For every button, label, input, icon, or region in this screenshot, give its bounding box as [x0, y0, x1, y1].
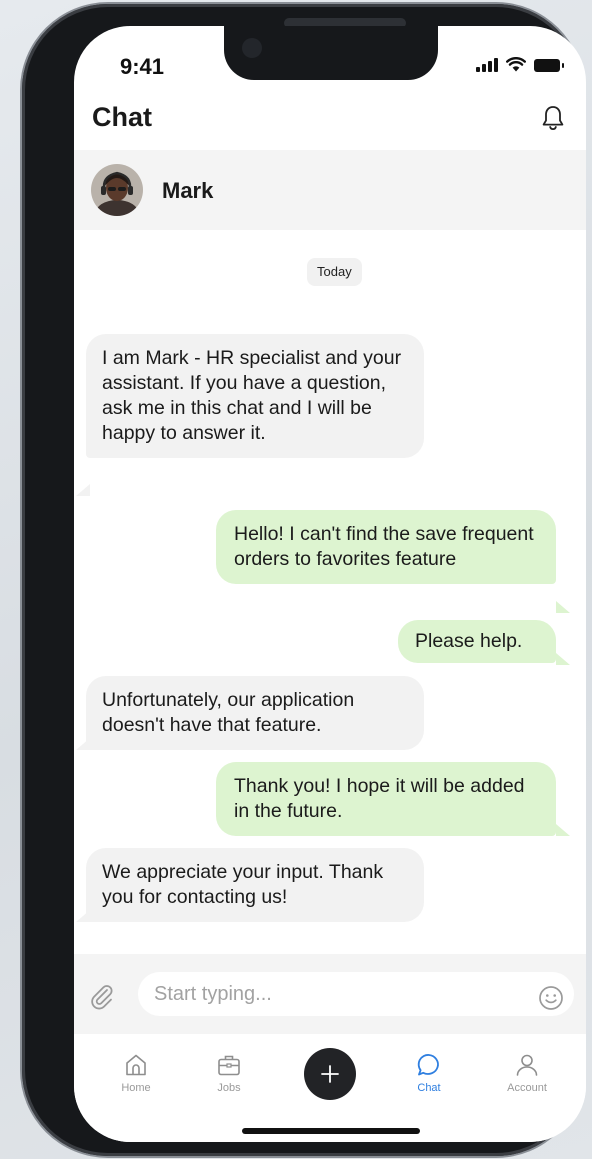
tab-label: Jobs: [217, 1082, 241, 1094]
message-bubble-incoming: I am Mark - HR specialist and your assis…: [86, 334, 424, 458]
date-separator: Today: [307, 258, 362, 286]
briefcase-icon: [218, 1055, 240, 1076]
notch: [224, 26, 438, 80]
bubble-tail: [556, 601, 570, 613]
chat-contact-header[interactable]: Mark: [74, 150, 586, 230]
app-header: Chat: [74, 94, 586, 150]
bubble-tail: [556, 653, 570, 665]
status-time: 9:41: [120, 54, 165, 79]
avatar[interactable]: [91, 164, 143, 216]
message-bubble-incoming: Unfortunately, our application doesn't h…: [86, 676, 424, 750]
contact-name[interactable]: Mark: [162, 178, 213, 204]
tab-chat[interactable]: Chat: [394, 1052, 464, 1094]
wifi-icon: [506, 57, 526, 72]
phone-frame: 9:41 Chat Mark Today I am Mark - HR spec…: [22, 4, 586, 1156]
message-bubble-incoming: We appreciate your input. Thank you for …: [86, 848, 424, 922]
notification-bell-icon[interactable]: [540, 104, 566, 132]
plus-icon: [321, 1065, 339, 1083]
tab-label: Account: [507, 1082, 547, 1094]
tab-home[interactable]: Home: [101, 1052, 171, 1094]
message-bubble-outgoing: Thank you! I hope it will be added in th…: [216, 762, 556, 836]
phone-screen: 9:41 Chat Mark Today I am Mark - HR spec…: [74, 26, 586, 1142]
status-icons: [476, 56, 564, 72]
user-icon: [516, 1054, 538, 1076]
tab-jobs[interactable]: Jobs: [194, 1052, 264, 1094]
message-composer: [74, 954, 586, 1034]
emoji-icon[interactable]: [538, 985, 564, 1011]
bubble-tail: [76, 484, 90, 496]
message-bubble-outgoing: Please help.: [398, 620, 556, 663]
chat-bubble-icon: [417, 1054, 439, 1076]
paperclip-icon[interactable]: [88, 982, 116, 1010]
front-camera: [242, 38, 262, 58]
add-button[interactable]: [304, 1048, 356, 1100]
home-indicator: [242, 1128, 420, 1134]
cellular-signal-icon: [476, 56, 498, 72]
battery-icon: [534, 59, 564, 72]
home-icon: [126, 1054, 146, 1076]
message-input[interactable]: [138, 972, 574, 1016]
page-title: Chat: [92, 102, 152, 132]
tab-account[interactable]: Account: [492, 1052, 562, 1094]
message-bubble-outgoing: Hello! I can't find the save frequent or…: [216, 510, 556, 584]
tab-label: Home: [121, 1082, 151, 1094]
bubble-tail: [556, 824, 570, 836]
bottom-tab-bar: Home Jobs Chat Account: [74, 1034, 586, 1142]
tab-label: Chat: [417, 1082, 441, 1094]
